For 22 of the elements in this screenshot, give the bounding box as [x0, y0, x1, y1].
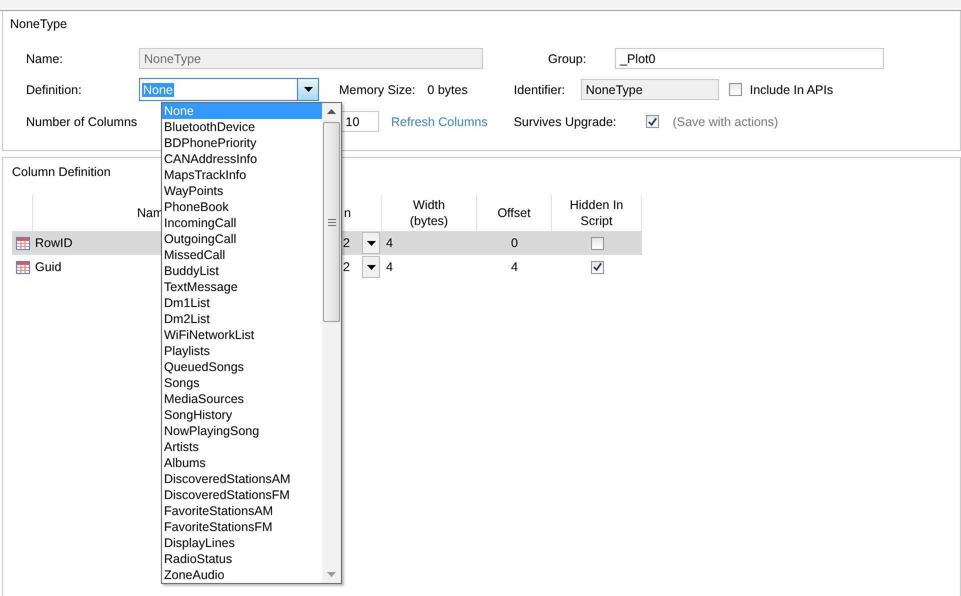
- identifier-label: Identifier:: [514, 82, 566, 96]
- column-header: Width (bytes): [410, 197, 448, 229]
- name-label: Name:: [25, 52, 64, 66]
- save-with-actions-note: (Save with actions): [672, 114, 778, 128]
- panel-title: NoneType: [10, 17, 67, 31]
- group-label: Group:: [548, 52, 588, 66]
- panel-title: Column Definition: [12, 165, 111, 179]
- survives-upgrade-label: Survives Upgrade:: [514, 114, 618, 128]
- column-header: n: [344, 206, 351, 220]
- number-of-columns-label: Number of Columns: [25, 114, 138, 128]
- definition-label: Definition:: [25, 82, 83, 96]
- memory-size-label: Memory Size:: [339, 82, 416, 96]
- table-cell: 4: [386, 236, 393, 250]
- column-header: Hidden In Script: [570, 197, 624, 229]
- table-cell: 4: [386, 260, 393, 274]
- include-in-apis-label: Include In APIs: [750, 82, 834, 96]
- table-cell: RowID: [35, 236, 73, 250]
- table-cell: Guid: [35, 260, 62, 274]
- table-cell: 4: [511, 260, 518, 274]
- memory-size-value: 0 bytes: [427, 82, 468, 96]
- column-header: Offset: [497, 206, 531, 220]
- table-cell: 0: [511, 236, 518, 250]
